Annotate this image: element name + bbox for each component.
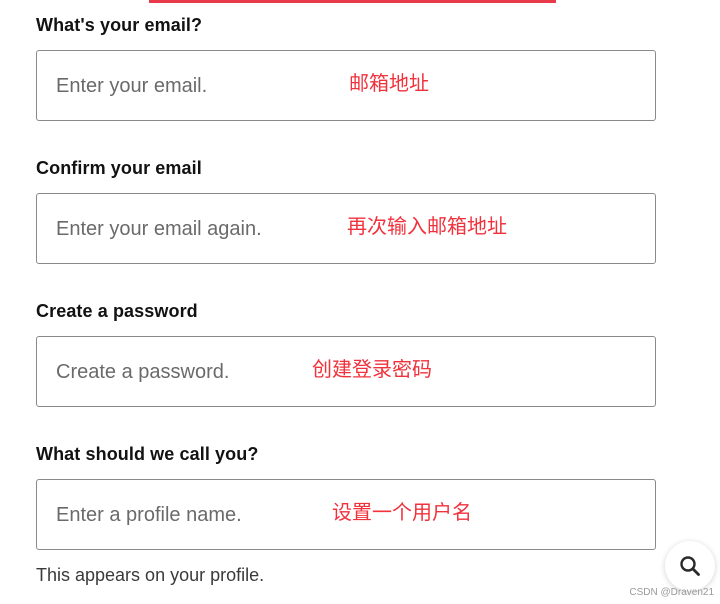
confirm-email-label: Confirm your email: [36, 158, 202, 178]
password-field[interactable]: Create a password. 创建登录密码: [36, 336, 656, 407]
top-highlight-line: [149, 0, 556, 3]
confirm-email-field[interactable]: Enter your email again. 再次输入邮箱地址: [36, 193, 656, 264]
password-label: Create a password: [36, 301, 198, 321]
search-button[interactable]: [665, 541, 715, 591]
watermark: CSDN @Draven21: [629, 587, 714, 598]
profile-name-annotation: 设置一个用户名: [332, 500, 472, 524]
email-annotation: 邮箱地址: [349, 71, 429, 95]
confirm-email-annotation: 再次输入邮箱地址: [347, 214, 507, 238]
password-placeholder: Create a password.: [56, 361, 230, 383]
profile-name-placeholder: Enter a profile name.: [56, 504, 242, 526]
search-icon: [680, 556, 700, 576]
email-placeholder: Enter your email.: [56, 75, 208, 97]
confirm-email-placeholder: Enter your email again.: [56, 218, 262, 240]
profile-name-label: What should we call you?: [36, 444, 259, 464]
profile-name-field[interactable]: Enter a profile name. 设置一个用户名: [36, 479, 656, 550]
email-field[interactable]: Enter your email. 邮箱地址: [36, 50, 656, 121]
email-label: What's your email?: [36, 15, 203, 35]
password-annotation: 创建登录密码: [312, 357, 432, 381]
profile-helper-text: This appears on your profile.: [36, 565, 265, 585]
